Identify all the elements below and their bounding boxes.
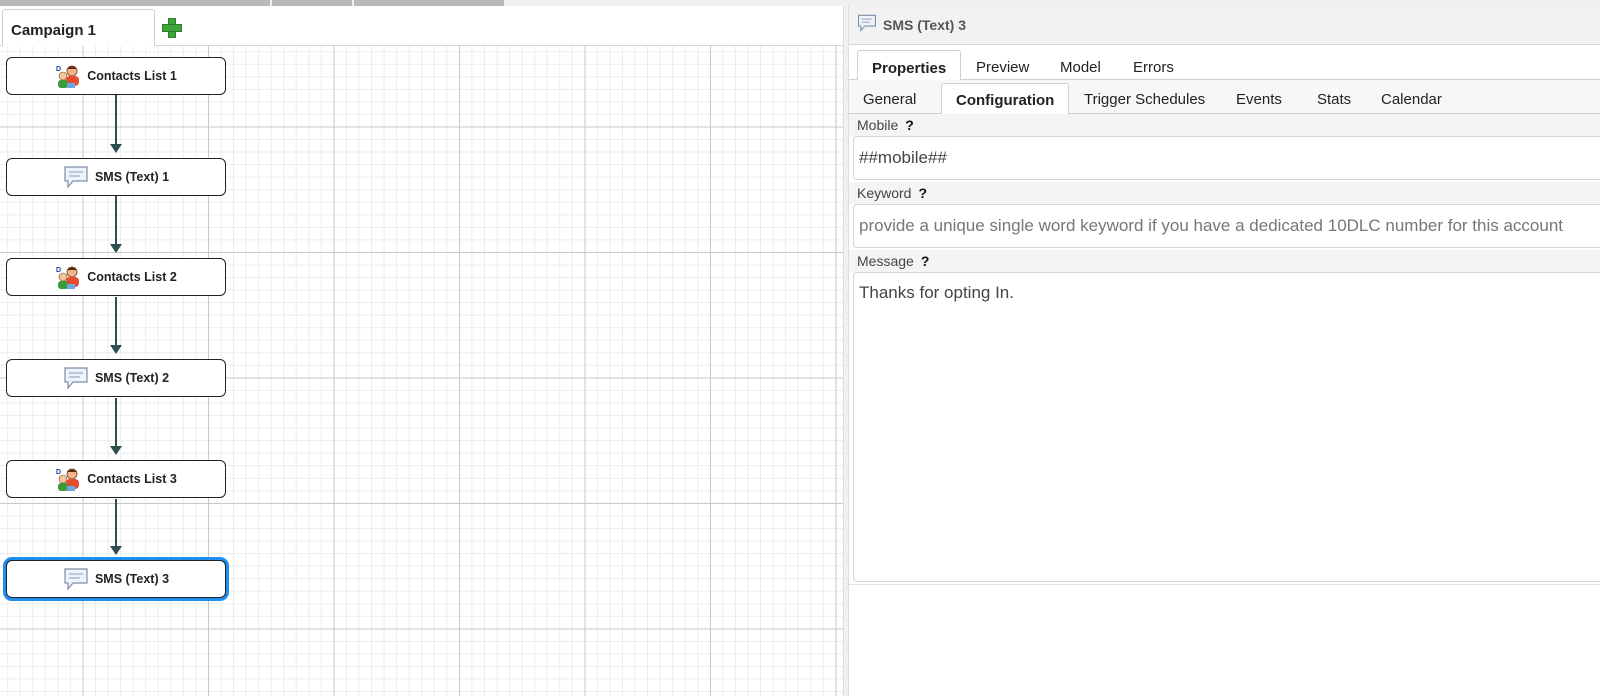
message-field[interactable]: Thanks for opting In. bbox=[853, 272, 1600, 582]
campaign-editor: Campaign 1 D Contacts List 1 SMS (Text) … bbox=[0, 6, 843, 696]
node-label: Contacts List 1 bbox=[87, 69, 177, 83]
connector-arrow bbox=[110, 144, 122, 153]
workflow-node-contacts-list-2[interactable]: D Contacts List 2 bbox=[6, 258, 226, 296]
add-campaign-plus-icon[interactable] bbox=[160, 16, 182, 38]
tab-stats[interactable]: Stats bbox=[1303, 83, 1365, 115]
mobile-label-text: Mobile bbox=[857, 117, 899, 133]
tab-model[interactable]: Model bbox=[1046, 50, 1115, 81]
campaign-tabbar: Campaign 1 bbox=[0, 6, 843, 47]
contacts-list-icon: D bbox=[55, 264, 81, 290]
connector-line bbox=[115, 398, 117, 448]
keyword-label-bar bbox=[849, 182, 1600, 204]
tab-properties[interactable]: Properties bbox=[857, 50, 962, 81]
svg-text:D: D bbox=[56, 469, 61, 476]
keyword-label-text: Keyword bbox=[857, 185, 912, 201]
sms-bubble-icon bbox=[63, 365, 89, 391]
keyword-help-icon[interactable]: ? bbox=[918, 185, 927, 201]
workflow-canvas[interactable]: D Contacts List 1 SMS (Text) 1 D Contact… bbox=[0, 46, 843, 696]
keyword-label: Keyword ? bbox=[857, 185, 927, 201]
tab-calendar[interactable]: Calendar bbox=[1367, 83, 1456, 115]
secondary-tabs: General Configuration Trigger Schedules … bbox=[849, 80, 1600, 115]
sms-bubble-icon bbox=[63, 164, 89, 190]
message-label-text: Message bbox=[857, 253, 914, 269]
properties-panel: SMS (Text) 3 Properties Preview Model Er… bbox=[849, 6, 1600, 696]
mobile-field[interactable] bbox=[853, 136, 1600, 180]
node-label: Contacts List 3 bbox=[87, 472, 177, 486]
panel-header: SMS (Text) 3 bbox=[849, 6, 1600, 45]
tab-configuration[interactable]: Configuration bbox=[941, 83, 1070, 115]
connector-line bbox=[115, 499, 117, 549]
connector-arrow bbox=[110, 546, 122, 555]
svg-text:D: D bbox=[56, 66, 61, 73]
primary-tabs: Properties Preview Model Errors bbox=[849, 45, 1600, 81]
contacts-list-icon: D bbox=[55, 63, 81, 89]
message-label: Message ? bbox=[857, 253, 929, 269]
connector-arrow bbox=[110, 446, 122, 455]
connector-arrow bbox=[110, 345, 122, 354]
tab-events[interactable]: Events bbox=[1222, 83, 1296, 115]
connector-line bbox=[115, 95, 117, 146]
tab-errors[interactable]: Errors bbox=[1119, 50, 1188, 81]
tab-general[interactable]: General bbox=[849, 83, 930, 115]
workflow-node-sms-1[interactable]: SMS (Text) 1 bbox=[6, 158, 226, 196]
workflow-node-sms-3[interactable]: SMS (Text) 3 bbox=[6, 560, 226, 598]
connector-line bbox=[115, 297, 117, 347]
sms-bubble-icon bbox=[63, 566, 89, 592]
node-label: SMS (Text) 3 bbox=[94, 572, 170, 586]
workflow-node-sms-2[interactable]: SMS (Text) 2 bbox=[6, 359, 226, 397]
connector-arrow bbox=[110, 244, 122, 253]
node-label: Contacts List 2 bbox=[87, 270, 177, 284]
mobile-label-bar bbox=[849, 114, 1600, 136]
workflow-node-contacts-list-3[interactable]: D Contacts List 3 bbox=[6, 460, 226, 498]
mobile-label: Mobile ? bbox=[857, 117, 914, 133]
node-label: SMS (Text) 1 bbox=[94, 170, 170, 184]
node-label: SMS (Text) 2 bbox=[94, 371, 170, 385]
mobile-help-icon[interactable]: ? bbox=[905, 117, 914, 133]
message-label-bar bbox=[849, 250, 1600, 272]
connector-line bbox=[115, 196, 117, 246]
panel-title: SMS (Text) 3 bbox=[883, 17, 966, 33]
tab-trigger-schedules[interactable]: Trigger Schedules bbox=[1070, 83, 1219, 115]
message-help-icon[interactable]: ? bbox=[921, 253, 930, 269]
panel-empty-area bbox=[849, 584, 1600, 696]
svg-text:D: D bbox=[56, 267, 61, 274]
campaign-tab[interactable]: Campaign 1 bbox=[2, 9, 155, 47]
sms-bubble-icon bbox=[857, 13, 877, 38]
contacts-list-icon: D bbox=[55, 466, 81, 492]
workflow-node-contacts-list-1[interactable]: D Contacts List 1 bbox=[6, 57, 226, 95]
tab-preview[interactable]: Preview bbox=[962, 50, 1043, 81]
keyword-field[interactable] bbox=[853, 204, 1600, 248]
